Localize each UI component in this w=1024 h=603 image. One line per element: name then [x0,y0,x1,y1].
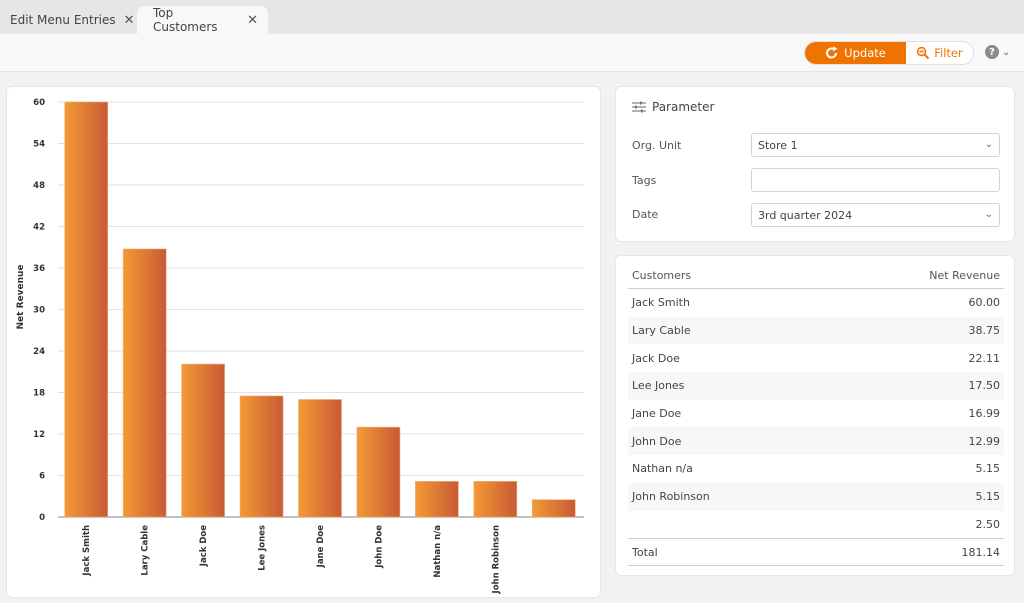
filter-label: Filter [934,46,963,60]
filter-button[interactable]: Filter [906,42,973,64]
toolbar: Update Filter ? ⌄ [0,34,1024,72]
y-tick-label: 12 [33,430,45,440]
bar[interactable] [181,363,225,518]
table-row[interactable]: John Doe 12.99 [628,427,1004,456]
bar[interactable] [531,499,576,518]
y-tick-label: 48 [33,181,45,191]
net-revenue-value: 60.00 [968,296,1001,310]
net-revenue-value: 5.15 [975,462,1001,476]
chevron-down-icon: ⌄ [984,139,993,150]
bar[interactable] [122,248,167,518]
tags-label: Tags [632,174,657,187]
tab-top-customers[interactable]: Top Customers ✕ [137,6,268,34]
column-header-customers[interactable]: Customers [632,269,691,282]
total-label: Total [632,545,658,559]
chevron-down-icon: ⌄ [984,209,993,220]
chevron-down-icon: ⌄ [1002,46,1011,58]
bar[interactable] [64,101,109,518]
date-label: Date [632,208,659,221]
table-row[interactable]: Lee Jones 17.50 [628,372,1004,400]
org-unit-label: Org. Unit [632,139,682,152]
customer-name: Jane Doe [632,407,682,421]
net-revenue-value: 16.99 [968,407,1001,421]
tab-label: Top Customers [153,6,218,34]
y-tick-label: 42 [33,223,45,233]
table-total-row: Total 181.14 [628,538,1004,567]
org-unit-value: Store 1 [758,138,798,152]
customers-table: Customers Net Revenue Jack Smith 60.00 Lar… [628,263,1004,567]
column-header-net-revenue[interactable]: Net Revenue [929,269,1000,282]
customer-name: John Robinson [632,490,710,504]
customer-name: Jack Doe [632,351,680,365]
bar[interactable] [415,481,459,518]
x-tick-label: Jack Smith [82,525,92,577]
y-axis-label: Net Revenue [16,265,26,330]
y-tick-label: 54 [33,140,45,150]
net-revenue-value: 2.50 [975,517,1001,531]
x-tick-label: Lary Cable [141,525,151,576]
net-revenue-value: 38.75 [968,324,1001,338]
tab-label: Edit Menu Entries [10,13,116,27]
total-value: 181.14 [961,545,1001,559]
customer-name: Nathan n/a [632,462,693,476]
refresh-icon [826,46,838,59]
y-tick-label: 24 [33,347,45,357]
net-revenue-value: 17.50 [968,379,1001,393]
bar-chart: 0 6 12 18 24 30 36 42 48 54 60 Jack Smith Lary Cabl… [16,98,584,594]
table-row[interactable]: Jack Doe 22.11 [628,344,1004,372]
sliders-icon [632,101,646,113]
table-row[interactable]: Jane Doe 16.99 [628,400,1004,428]
help-menu[interactable]: ? ⌄ [985,45,1010,59]
bar[interactable] [239,395,284,518]
customers-table-panel: Customers Net Revenue Jack Smith 60.00 Lar… [615,255,1015,576]
customer-name: John Doe [632,434,682,448]
table-row[interactable]: Nathan n/a 5.15 [628,455,1004,483]
date-value: 3rd quarter 2024 [758,208,853,222]
net-revenue-value: 22.11 [968,351,1001,365]
bar[interactable] [298,399,342,518]
org-unit-select[interactable]: Store 1 ⌄ [751,133,1000,157]
table-row[interactable]: John Robinson 5.15 [628,482,1004,511]
table-row[interactable]: Jack Smith 60.00 [628,289,1004,317]
customer-name: Jack Smith [632,296,690,310]
table-row[interactable]: Lary Cable 38.75 [628,316,1004,345]
parameter-header: Parameter [632,100,714,114]
x-tick-label: Lee Jones [258,525,268,571]
customer-name: Lary Cable [632,324,691,338]
update-button[interactable]: Update [805,42,906,64]
x-tick-label: Jane Doe [316,525,326,569]
chart-panel: 0 6 12 18 24 30 36 42 48 54 60 Jack Smith Lary Cabl… [6,86,601,598]
customer-name: Lee Jones [632,379,685,393]
tab-edit-menu-entries[interactable]: Edit Menu Entries ✕ [0,6,145,34]
y-tick-label: 60 [33,98,45,108]
close-icon[interactable]: ✕ [247,13,258,28]
y-tick-label: 30 [33,306,45,316]
tab-bar: Edit Menu Entries ✕ Top Customers ✕ [0,0,1024,34]
table-body: Jack Smith 60.00 Lary Cable 38.75 Jack Doe 22… [628,289,1004,538]
x-tick-label: John Robinson [491,525,501,594]
net-revenue-value: 5.15 [975,490,1001,504]
table-row[interactable]: 2.50 [628,511,1004,539]
zoom-filter-icon [917,46,930,60]
parameter-title: Parameter [652,100,715,114]
y-tick-label: 6 [39,472,45,482]
net-revenue-value: 12.99 [968,434,1001,448]
x-tick-label: Jack Doe [199,525,209,567]
x-tick-label: John Doe [374,525,384,569]
close-icon[interactable]: ✕ [124,13,135,28]
y-tick-label: 18 [33,389,45,399]
table-header: Customers Net Revenue [628,263,1004,289]
y-tick-label: 36 [33,264,45,274]
update-label: Update [844,46,886,60]
help-icon: ? [985,45,999,59]
action-button-group: Update Filter [804,41,974,65]
tags-input[interactable] [751,168,1000,192]
date-select[interactable]: 3rd quarter 2024 ⌄ [751,203,1000,227]
y-tick-label: 0 [39,513,45,523]
bar[interactable] [356,426,401,518]
x-tick-label: Nathan n/a [433,525,443,578]
parameter-panel: Parameter Org. Unit Store 1 ⌄ Tags Date … [615,86,1015,242]
bar[interactable] [473,481,518,518]
